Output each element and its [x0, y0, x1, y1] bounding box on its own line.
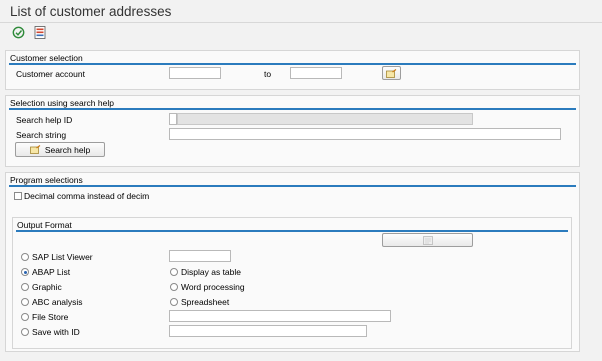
- customer-account-label: Customer account: [16, 69, 85, 79]
- execute-icon[interactable]: [11, 25, 25, 39]
- sap-list-viewer-label: SAP List Viewer: [32, 252, 93, 262]
- file-store-input[interactable]: [169, 310, 391, 322]
- radio-abc-analysis[interactable]: [21, 298, 29, 306]
- search-help-button-label: Search help: [44, 144, 91, 155]
- customer-account-to-input[interactable]: [290, 67, 342, 79]
- customer-selection-title: Customer selection: [10, 53, 83, 63]
- abc-analysis-label: ABC analysis: [32, 297, 83, 307]
- search-help-id-label: Search help ID: [16, 115, 73, 125]
- variant-list-icon[interactable]: [33, 25, 47, 39]
- group-rule: [9, 108, 576, 110]
- radio-sap-list-viewer[interactable]: [21, 253, 29, 261]
- customer-account-from-input[interactable]: [169, 67, 221, 79]
- group-rule: [16, 230, 568, 232]
- page-title: List of customer addresses: [10, 4, 172, 19]
- radio-spreadsheet[interactable]: [170, 298, 178, 306]
- file-store-label: File Store: [32, 312, 69, 322]
- save-with-id-label: Save with ID: [32, 327, 80, 337]
- output-format-group: Output Format SAP List Viewer ABAP List …: [12, 217, 572, 349]
- group-rule: [9, 185, 576, 187]
- search-help-icon: [29, 145, 41, 154]
- search-help-button[interactable]: Search help: [15, 142, 105, 157]
- display-as-table-label: Display as table: [181, 267, 242, 277]
- search-help-group: Selection using search help Search help …: [5, 95, 580, 167]
- radio-display-as-table[interactable]: [170, 268, 178, 276]
- search-help-id-input[interactable]: [169, 113, 177, 125]
- word-processing-label: Word processing: [181, 282, 245, 292]
- radio-word-processing[interactable]: [170, 283, 178, 291]
- sap-list-viewer-input[interactable]: [169, 250, 231, 262]
- abap-list-label: ABAP List: [32, 267, 71, 277]
- program-selections-group: Program selections Decimal comma instead…: [5, 172, 580, 352]
- search-help-title: Selection using search help: [10, 98, 114, 108]
- radio-save-with-id[interactable]: [21, 328, 29, 336]
- multiple-selection-icon: [386, 68, 397, 78]
- multiple-selection-button[interactable]: [382, 66, 401, 80]
- radio-graphic[interactable]: [21, 283, 29, 291]
- layout-icon: [422, 235, 433, 245]
- search-string-input[interactable]: [169, 128, 561, 140]
- decimal-comma-label: Decimal comma instead of decim: [24, 191, 150, 201]
- radio-abap-list[interactable]: [21, 268, 29, 276]
- to-label: to: [264, 69, 272, 79]
- toolbar-divider: [0, 22, 602, 23]
- search-help-id-description: [177, 113, 473, 125]
- search-string-label: Search string: [16, 130, 67, 140]
- program-selections-title: Program selections: [10, 175, 83, 185]
- spreadsheet-label: Spreadsheet: [181, 297, 230, 307]
- layout-button[interactable]: [382, 233, 473, 247]
- customer-selection-group: Customer selection Customer account to: [5, 50, 580, 90]
- save-with-id-input[interactable]: [169, 325, 367, 337]
- output-format-title: Output Format: [17, 220, 72, 230]
- decimal-comma-checkbox[interactable]: [14, 192, 22, 200]
- radio-file-store[interactable]: [21, 313, 29, 321]
- graphic-label: Graphic: [32, 282, 62, 292]
- group-rule: [9, 63, 576, 65]
